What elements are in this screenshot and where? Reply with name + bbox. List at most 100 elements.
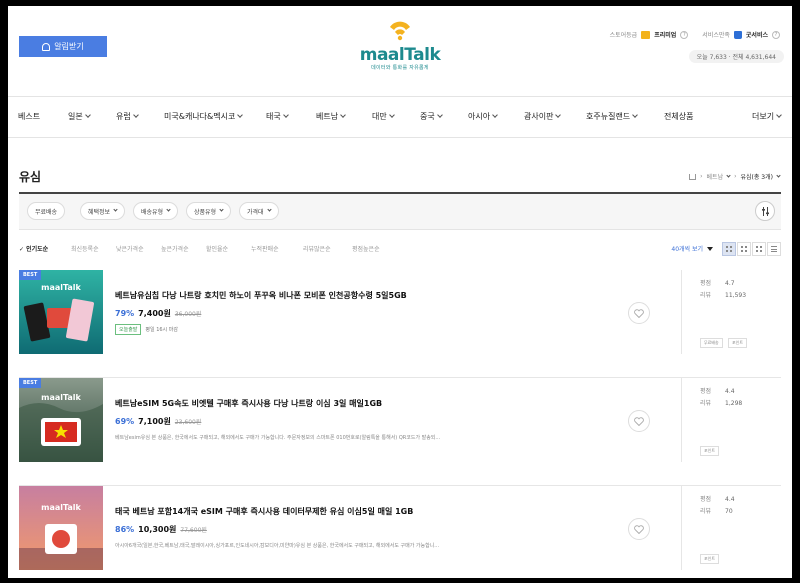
sort-option-label: 인기도순 <box>26 246 49 253</box>
filter-settings-button[interactable] <box>755 201 775 221</box>
sale-price: 10,300원 <box>138 525 177 534</box>
logo-subtitle: 데이터와 통화를 자유롭게 <box>371 65 429 71</box>
chevron-down-icon <box>436 112 443 118</box>
list-icon <box>771 246 777 252</box>
nav-item[interactable]: 베스트 <box>18 111 40 122</box>
sliders-icon <box>761 206 769 216</box>
rating-label: 평점 <box>700 388 712 395</box>
nav-item-label: 대만 <box>372 112 387 121</box>
chevron-down-icon <box>388 112 395 118</box>
nav-item[interactable]: 더보기 <box>752 111 782 122</box>
nav-item-label: 더보기 <box>752 112 775 121</box>
product-price: 79% 7,400원 36,000원 <box>115 308 201 319</box>
nav-item[interactable]: 전체상품 <box>664 111 693 122</box>
filter-free-shipping[interactable]: 무료배송 <box>27 202 66 220</box>
sort-option[interactable]: 최신등록순 <box>71 244 99 253</box>
benefit-chip: 포인트 <box>728 338 748 348</box>
product-image[interactable]: maalTalk BEST <box>19 378 103 462</box>
rating-value: 4.7 <box>725 280 735 287</box>
store-badges: 스토어등급 프리미엄 ? 서비스만족 굿서비스 ? <box>610 30 780 39</box>
home-icon[interactable] <box>689 173 697 180</box>
product-card[interactable]: maalTalk 태국 베트남 포함14개국 eSIM 구매후 즉시사용 데이터무… <box>19 486 781 578</box>
nav-item[interactable]: 괌사이판 <box>524 111 562 122</box>
sale-price: 7,400원 <box>138 309 171 318</box>
sort-option[interactable]: 평점높은순 <box>352 244 380 253</box>
product-stats: 평점 4.4 리뷰 70 <box>700 494 735 518</box>
review-count: 11,593 <box>725 292 747 299</box>
filter-price-range[interactable]: 가격대 <box>239 202 279 220</box>
rating-value: 4.4 <box>725 388 735 395</box>
product-image[interactable]: maalTalk <box>19 486 103 570</box>
chevron-down-icon <box>282 112 289 118</box>
nav-item[interactable]: 아시아 <box>468 111 498 122</box>
nav-item[interactable]: 호주뉴질랜드 <box>586 111 639 122</box>
nav-item[interactable]: 유럽 <box>116 111 139 122</box>
sort-option[interactable]: 낮은가격순 <box>116 244 144 253</box>
list-view-button[interactable] <box>767 242 781 256</box>
wishlist-button[interactable] <box>628 410 650 432</box>
category-nav: 베스트 일본 유럽 미국&캐나다&멕시코 태국 베트남 대만 중국 아시아 괌사이판 호주뉴질랜드 전… <box>8 96 792 138</box>
nav-item-label: 일본 <box>68 112 83 121</box>
chevron-down-icon <box>632 112 639 118</box>
filter-benefits[interactable]: 혜택정보 <box>80 202 126 220</box>
filter-shipping-type[interactable]: 배송유형 <box>133 202 179 220</box>
alarm-button[interactable]: 알림받기 <box>19 36 107 57</box>
product-title[interactable]: 태국 베트남 포함14개국 eSIM 구매후 즉시사용 데이터무제한 유심 이심… <box>115 506 413 517</box>
help-icon[interactable]: ? <box>772 30 780 39</box>
nav-item[interactable]: 일본 <box>68 111 91 122</box>
column-divider <box>681 378 682 462</box>
service-label: 서비스만족 <box>702 32 730 39</box>
store-logo[interactable]: maalTalk 데이터와 통화를 자유롭게 <box>358 18 442 71</box>
store-grade-value: 프리미엄 <box>654 32 677 39</box>
nav-item-label: 호주뉴질랜드 <box>586 112 631 121</box>
product-image[interactable]: maalTalk BEST <box>19 270 103 354</box>
original-price: 23,600원 <box>174 419 202 426</box>
svg-text:maalTalk: maalTalk <box>41 393 81 402</box>
caret-down-icon <box>707 246 713 251</box>
sort-option-label: 할인율순 <box>206 246 229 253</box>
bell-icon <box>42 42 51 51</box>
nav-item-label: 미국&캐나다&멕시코 <box>164 112 236 121</box>
chevron-down-icon <box>113 207 118 212</box>
thumbs-up-icon <box>733 30 742 39</box>
nav-item[interactable]: 미국&캐나다&멕시코 <box>164 111 244 122</box>
product-card[interactable]: maalTalk BEST 베트남유심칩 다낭 나트랑 호치민 하노이 푸꾸옥 비나… <box>19 270 781 378</box>
heart-icon <box>634 524 644 534</box>
sort-option-label: 높은가격순 <box>161 246 189 253</box>
sort-option[interactable]: 리뷰많은순 <box>303 244 331 253</box>
nav-item-label: 전체상품 <box>664 112 694 121</box>
per-page-select[interactable]: 40개씩 보기 <box>671 244 713 253</box>
wishlist-button[interactable] <box>628 518 650 540</box>
nav-item[interactable]: 베트남 <box>316 111 346 122</box>
grid-view-button-2[interactable] <box>737 242 751 256</box>
filter-product-type[interactable]: 상품유형 <box>186 202 232 220</box>
chevron-down-icon <box>492 112 498 118</box>
product-title[interactable]: 베트남유심칩 다낭 나트랑 호치민 하노이 푸꾸옥 비나폰 모비폰 인천공항수령… <box>115 290 407 301</box>
product-card[interactable]: maalTalk BEST 베트남eSIM 5G속도 비엣텔 구매후 즉시사용 다낭… <box>19 378 781 486</box>
sort-option[interactable]: 누적판매순 <box>251 244 279 253</box>
gallery-view-button[interactable] <box>752 242 766 256</box>
sort-option[interactable]: 할인율순 <box>206 244 228 253</box>
nav-item[interactable]: 대만 <box>372 111 395 122</box>
product-title[interactable]: 베트남eSIM 5G속도 비엣텔 구매후 즉시사용 다낭 나트랑 이심 3일 매… <box>115 398 382 409</box>
grid-icon <box>726 246 732 252</box>
help-icon[interactable]: ? <box>680 30 689 39</box>
breadcrumb-item[interactable]: 베트남 <box>707 172 724 181</box>
heart-icon <box>634 308 644 318</box>
sort-option[interactable]: 높은가격순 <box>161 244 189 253</box>
ship-cutoff-note: 평일 16시 마감 <box>145 327 178 333</box>
product-description: 아시아6개국(일본,한국,베트남,태국,말레이시아,싱가포르,인도네시아,캄보디… <box>115 543 440 549</box>
grid-view-button[interactable] <box>722 242 736 256</box>
sort-option[interactable]: ✓ 인기도순 <box>19 244 48 253</box>
rating-value: 4.4 <box>725 496 735 503</box>
review-label: 리뷰 <box>700 508 712 515</box>
nav-item[interactable]: 중국 <box>420 111 443 122</box>
breadcrumb-item[interactable]: 유심(총 3개) <box>741 172 774 181</box>
product-stats: 평점 4.4 리뷰 1,298 <box>700 386 742 410</box>
nav-item-label: 태국 <box>266 112 281 121</box>
alarm-button-label: 알림받기 <box>54 42 84 51</box>
nav-item[interactable]: 태국 <box>266 111 289 122</box>
svg-text:maalTalk: maalTalk <box>41 283 81 292</box>
review-label: 리뷰 <box>700 400 712 407</box>
wishlist-button[interactable] <box>628 302 650 324</box>
